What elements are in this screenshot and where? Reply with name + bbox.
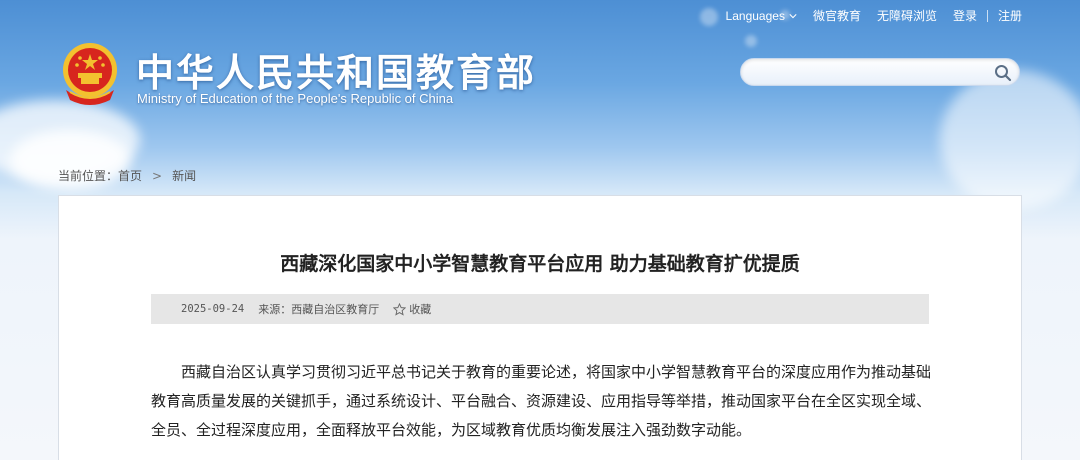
search-input[interactable] xyxy=(755,64,985,82)
cloud-decoration xyxy=(940,70,1080,210)
star-icon xyxy=(393,302,407,316)
flare-decoration xyxy=(745,35,757,47)
breadcrumb-news[interactable]: 新闻 xyxy=(172,167,196,184)
weibo-link[interactable]: 微官教育 xyxy=(813,7,861,24)
search-icon[interactable] xyxy=(993,63,1013,83)
breadcrumb: 当前位置： 首页 > 新闻 xyxy=(58,167,196,184)
site-subtitle: Ministry of Education of the People's Re… xyxy=(137,91,454,106)
register-link[interactable]: 注册 xyxy=(998,7,1022,24)
top-utility-bar: Languages 微官教育 无障碍浏览 登录 注册 xyxy=(726,7,1022,24)
languages-label: Languages xyxy=(725,8,785,23)
languages-dropdown[interactable]: Languages xyxy=(726,9,797,23)
login-link[interactable]: 登录 xyxy=(953,7,977,24)
flare-decoration xyxy=(700,8,718,26)
article-source: 来源：西藏自治区教育厅 xyxy=(258,303,380,316)
breadcrumb-home[interactable]: 首页 xyxy=(118,167,142,184)
divider xyxy=(986,9,988,22)
accessibility-link[interactable]: 无障碍浏览 xyxy=(877,7,937,24)
national-emblem-icon[interactable] xyxy=(58,40,122,108)
site-title[interactable]: 中华人民共和国教育部 xyxy=(136,42,536,97)
breadcrumb-label: 当前位置： xyxy=(58,169,119,183)
breadcrumb-separator: > xyxy=(152,168,163,183)
search-box xyxy=(740,58,1020,86)
article-card: 西藏深化国家中小学智慧教育平台应用 助力基础教育扩优提质 2025-09-24 … xyxy=(58,195,1022,460)
article-title: 西藏深化国家中小学智慧教育平台应用 助力基础教育扩优提质 xyxy=(280,253,800,275)
chevron-down-icon xyxy=(789,13,797,18)
favorite-button[interactable]: 收藏 xyxy=(393,301,431,317)
article-body: 西藏自治区认真学习贯彻习近平总书记关于教育的重要论述，将国家中小学智慧教育平台的… xyxy=(151,363,932,439)
favorite-label: 收藏 xyxy=(409,303,432,316)
publish-date: 2025-09-24 xyxy=(181,303,245,315)
article-meta-bar: 2025-09-24 来源：西藏自治区教育厅 收藏 xyxy=(151,294,929,324)
